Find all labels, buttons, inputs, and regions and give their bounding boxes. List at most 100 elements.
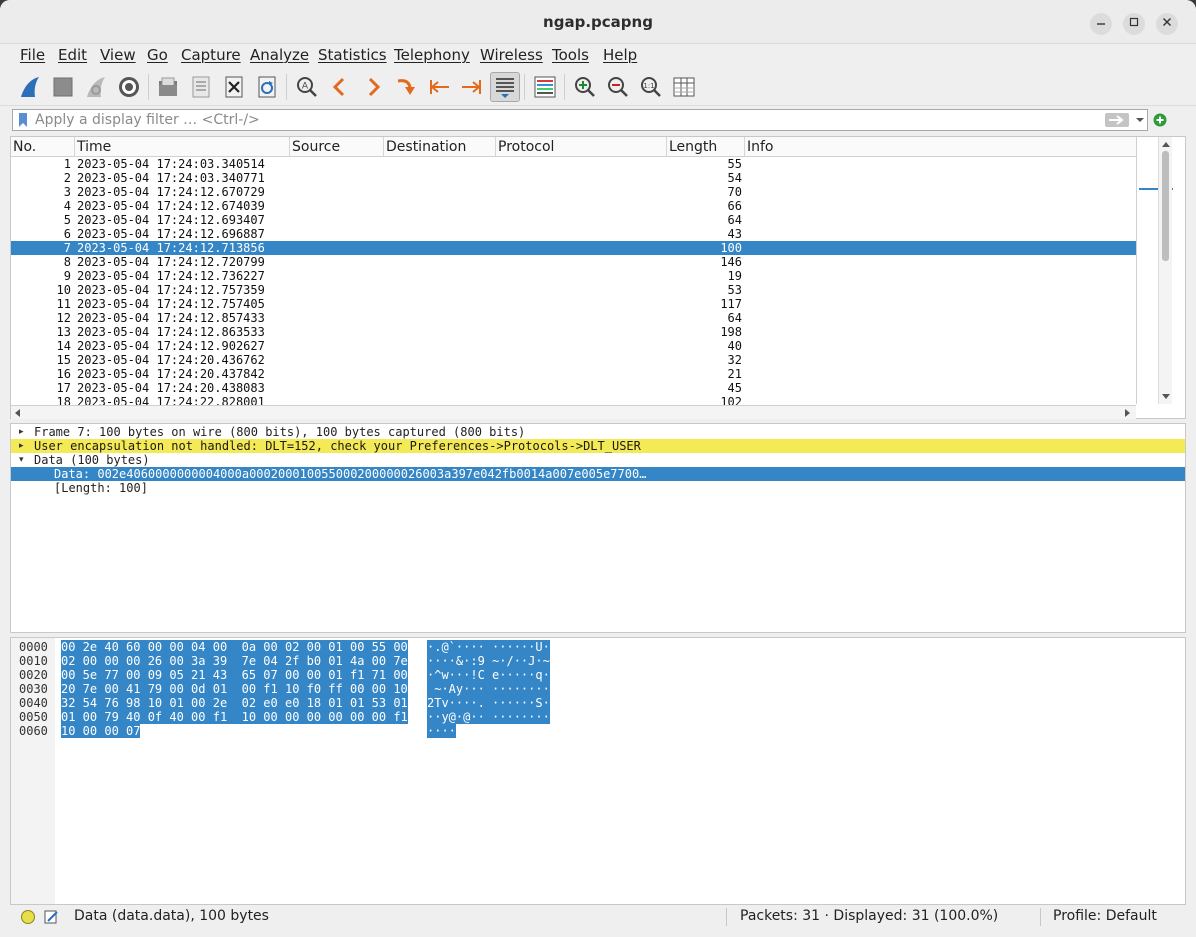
- bytes-hex[interactable]: 00 5e 77 00 09 05 21 43 65 07 00 00 01 f…: [61, 668, 408, 682]
- packet-row[interactable]: 2 2023-05-04 17:24:03.340771 54: [11, 171, 1136, 185]
- packet-list-horizontal-scrollbar[interactable]: [11, 405, 1136, 419]
- tree-item-data-value-selected[interactable]: Data: 002e4060000000004000a0002000100550…: [11, 467, 1185, 481]
- status-profile[interactable]: Profile: Default: [1053, 908, 1157, 924]
- packet-row[interactable]: 15 2023-05-04 17:24:20.436762 32: [11, 353, 1136, 367]
- bytes-ascii[interactable]: ····&·:9 ~·/··J·~: [427, 654, 550, 668]
- scroll-up-icon[interactable]: [1162, 141, 1170, 147]
- apply-filter-arrow-icon[interactable]: [1105, 113, 1129, 127]
- column-header-source[interactable]: Source: [290, 137, 384, 157]
- resize-columns-button[interactable]: [669, 72, 699, 102]
- packet-row[interactable]: 4 2023-05-04 17:24:12.674039 66: [11, 199, 1136, 213]
- packet-row[interactable]: 9 2023-05-04 17:24:12.736227 19: [11, 269, 1136, 283]
- bytes-row[interactable]: 0060 10 00 00 07 ····: [11, 724, 1185, 738]
- bytes-ascii[interactable]: ·^w···!C e·····q·: [427, 668, 550, 682]
- scrollbar-thumb[interactable]: [1162, 151, 1169, 261]
- bytes-ascii[interactable]: ··y@·@·· ········: [427, 710, 550, 724]
- expand-arrow-icon[interactable]: ▸: [19, 439, 24, 453]
- menu-help[interactable]: Help: [603, 46, 637, 64]
- menu-telephony[interactable]: Telephony: [394, 46, 470, 64]
- bytes-ascii[interactable]: ~·Ay··· ········: [427, 682, 550, 696]
- column-header-info[interactable]: Info: [745, 137, 1136, 157]
- auto-scroll-button[interactable]: [490, 72, 520, 102]
- close-button[interactable]: [1156, 13, 1178, 35]
- add-filter-button-icon[interactable]: [1153, 113, 1167, 127]
- packet-row[interactable]: 13 2023-05-04 17:24:12.863533 198: [11, 325, 1136, 339]
- stop-capture-button[interactable]: [48, 72, 78, 102]
- bytes-hex[interactable]: 10 00 00 07: [61, 724, 141, 738]
- collapse-arrow-icon[interactable]: ▾: [19, 453, 24, 467]
- bytes-ascii[interactable]: 2Tv····. ······S·: [427, 696, 550, 710]
- zoom-in-button[interactable]: [570, 72, 600, 102]
- bytes-hex[interactable]: 00 2e 40 60 00 00 04 00 0a 00 02 00 01 0…: [61, 640, 408, 654]
- filter-dropdown-icon[interactable]: [1135, 116, 1145, 124]
- packet-row[interactable]: 1 2023-05-04 17:24:03.340514 55: [11, 157, 1136, 171]
- packet-row[interactable]: 16 2023-05-04 17:24:20.437842 21: [11, 367, 1136, 381]
- tree-item-frame[interactable]: ▸ Frame 7: 100 bytes on wire (800 bits),…: [11, 425, 1185, 439]
- bytes-row[interactable]: 0020 00 5e 77 00 09 05 21 43 65 07 00 00 …: [11, 668, 1185, 682]
- find-packet-button[interactable]: A: [292, 72, 322, 102]
- scroll-right-icon[interactable]: [1125, 409, 1131, 417]
- column-header-protocol[interactable]: Protocol: [496, 137, 667, 157]
- tree-item-warning[interactable]: ▸ User encapsulation not handled: DLT=15…: [11, 439, 1185, 453]
- bytes-row[interactable]: 0040 32 54 76 98 10 01 00 2e 02 e0 e0 18 …: [11, 696, 1185, 710]
- bytes-row[interactable]: 0000 00 2e 40 60 00 00 04 00 0a 00 02 00 …: [11, 640, 1185, 654]
- bytes-hex[interactable]: 20 7e 00 41 79 00 0d 01 00 f1 10 f0 ff 0…: [61, 682, 408, 696]
- bytes-ascii[interactable]: ·.@`···· ······U·: [427, 640, 550, 654]
- bytes-hex[interactable]: 02 00 00 00 26 00 3a 39 7e 04 2f b0 01 4…: [61, 654, 408, 668]
- column-header-destination[interactable]: Destination: [384, 137, 496, 157]
- bytes-hex[interactable]: 32 54 76 98 10 01 00 2e 02 e0 e0 18 01 0…: [61, 696, 408, 710]
- minimize-button[interactable]: [1090, 13, 1112, 35]
- maximize-button[interactable]: [1123, 13, 1145, 35]
- scroll-down-icon[interactable]: [1162, 394, 1170, 400]
- zoom-out-button[interactable]: [603, 72, 633, 102]
- packet-minimap[interactable]: [1136, 137, 1173, 404]
- reload-file-button[interactable]: [252, 72, 282, 102]
- bytes-row[interactable]: 0010 02 00 00 00 26 00 3a 39 7e 04 2f b0 …: [11, 654, 1185, 668]
- display-filter-input[interactable]: [35, 111, 1095, 129]
- start-capture-button[interactable]: [15, 72, 45, 102]
- expand-arrow-icon[interactable]: ▸: [19, 425, 24, 439]
- menu-capture[interactable]: Capture: [181, 46, 241, 64]
- menu-file[interactable]: File: [20, 46, 45, 64]
- bytes-hex[interactable]: 01 00 79 40 0f 40 00 f1 10 00 00 00 00 0…: [61, 710, 408, 724]
- first-packet-button[interactable]: [424, 72, 454, 102]
- menu-go[interactable]: Go: [147, 46, 168, 64]
- expert-info-icon[interactable]: [20, 909, 36, 925]
- column-header-time[interactable]: Time: [75, 137, 290, 157]
- menu-wireless[interactable]: Wireless: [480, 46, 543, 64]
- packet-row[interactable]: 18 2023-05-04 17:24:22.828001 102: [11, 395, 1136, 405]
- packet-row[interactable]: 3 2023-05-04 17:24:12.670729 70: [11, 185, 1136, 199]
- go-back-button[interactable]: [325, 72, 355, 102]
- normal-size-button[interactable]: 1:1: [636, 72, 666, 102]
- packet-list-vertical-scrollbar[interactable]: [1158, 137, 1172, 404]
- bookmark-icon[interactable]: [17, 112, 29, 128]
- packet-row[interactable]: 17 2023-05-04 17:24:20.438083 45: [11, 381, 1136, 395]
- bytes-row[interactable]: 0030 20 7e 00 41 79 00 0d 01 00 f1 10 f0 …: [11, 682, 1185, 696]
- tree-item-length[interactable]: [Length: 100]: [11, 481, 1185, 495]
- restart-capture-button[interactable]: [81, 72, 111, 102]
- column-header-length[interactable]: Length: [667, 137, 745, 157]
- packet-row[interactable]: 6 2023-05-04 17:24:12.696887 43: [11, 227, 1136, 241]
- capture-options-button[interactable]: [114, 72, 144, 102]
- capture-comment-icon[interactable]: [43, 909, 59, 925]
- menu-analyze[interactable]: Analyze: [250, 46, 309, 64]
- menu-tools[interactable]: Tools: [552, 46, 589, 64]
- packet-row[interactable]: 11 2023-05-04 17:24:12.757405 117: [11, 297, 1136, 311]
- go-forward-button[interactable]: [358, 72, 388, 102]
- open-file-button[interactable]: [153, 72, 183, 102]
- menu-view[interactable]: View: [100, 46, 136, 64]
- go-to-packet-button[interactable]: [391, 72, 421, 102]
- scroll-left-icon[interactable]: [14, 409, 20, 417]
- last-packet-button[interactable]: [457, 72, 487, 102]
- save-file-button[interactable]: [186, 72, 216, 102]
- column-header-no[interactable]: No.: [11, 137, 75, 157]
- packet-row[interactable]: 14 2023-05-04 17:24:12.902627 40: [11, 339, 1136, 353]
- packet-row[interactable]: 10 2023-05-04 17:24:12.757359 53: [11, 283, 1136, 297]
- packet-row[interactable]: 5 2023-05-04 17:24:12.693407 64: [11, 213, 1136, 227]
- packet-row[interactable]: 12 2023-05-04 17:24:12.857433 64: [11, 311, 1136, 325]
- close-file-button[interactable]: [219, 72, 249, 102]
- bytes-ascii[interactable]: ····: [427, 724, 456, 738]
- bytes-row[interactable]: 0050 01 00 79 40 0f 40 00 f1 10 00 00 00 …: [11, 710, 1185, 724]
- packet-row-selected[interactable]: 7 2023-05-04 17:24:12.713856 100: [11, 241, 1136, 255]
- packet-row[interactable]: 8 2023-05-04 17:24:12.720799 146: [11, 255, 1136, 269]
